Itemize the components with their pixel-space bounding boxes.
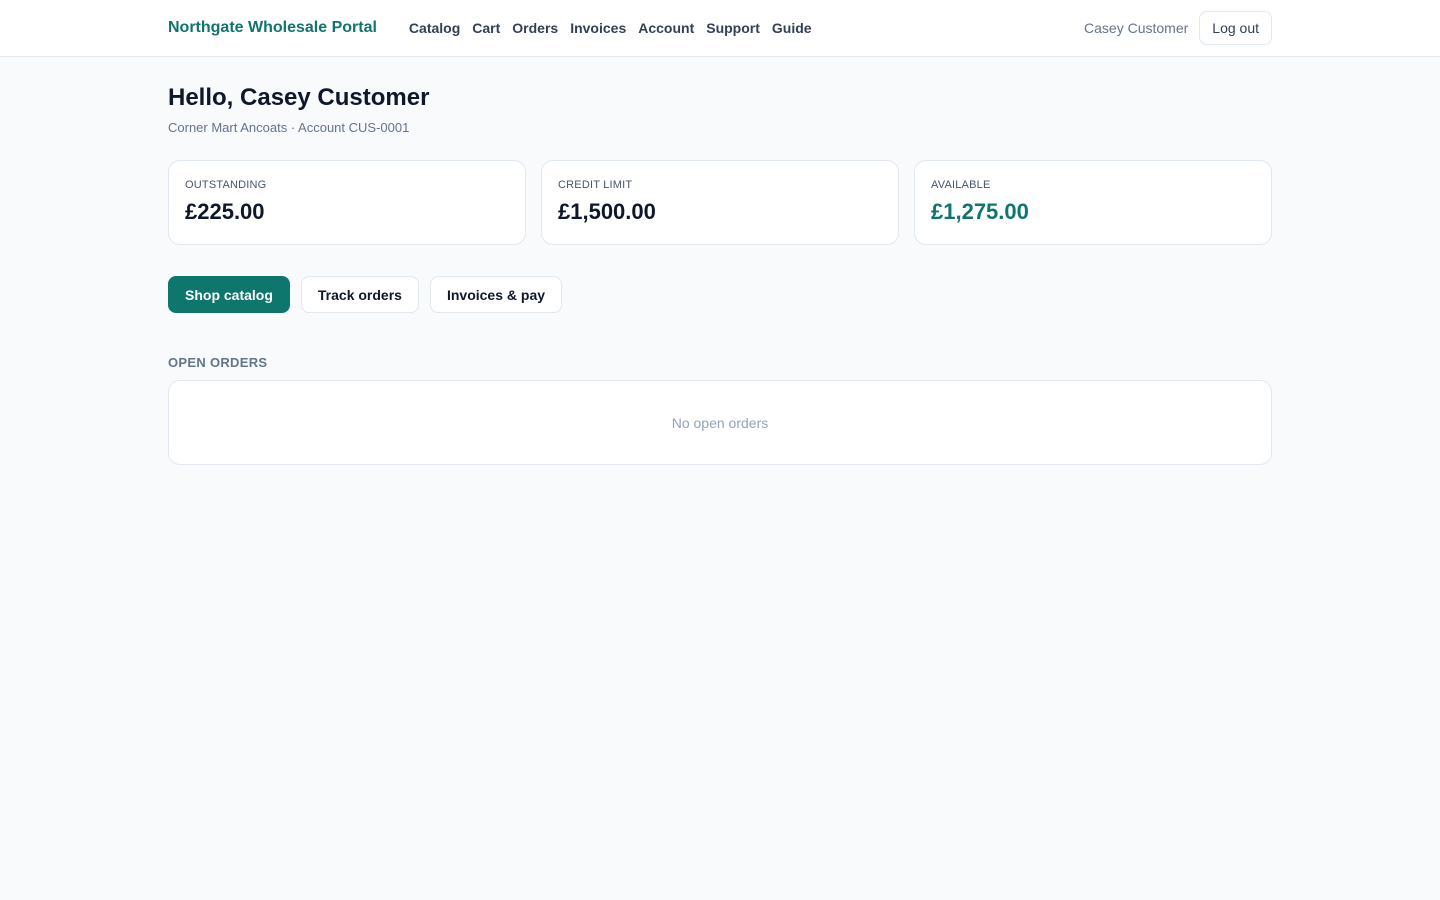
stat-card-credit-limit: CREDIT LIMIT £1,500.00 [541, 160, 899, 245]
quick-actions: Shop catalog Track orders Invoices & pay [168, 276, 1272, 313]
nav-support[interactable]: Support [706, 20, 760, 36]
open-orders-panel: No open orders [168, 380, 1272, 465]
stat-value-outstanding: £225.00 [185, 199, 265, 224]
current-user-name: Casey Customer [1084, 20, 1189, 36]
empty-state-text: No open orders [671, 414, 769, 431]
invoices-pay-button[interactable]: Invoices & pay [429, 276, 563, 313]
account-subtitle: Corner Mart Ancoats · Account CUS-0001 [168, 120, 410, 135]
nav-cart[interactable]: Cart [472, 20, 500, 36]
stat-card-available: AVAILABLE £1,275.00 [914, 160, 1272, 245]
brand-link[interactable]: Northgate Wholesale Portal [168, 19, 377, 37]
stat-label: CREDIT LIMIT [558, 179, 633, 191]
open-orders-heading: OPEN ORDERS [168, 355, 268, 370]
track-orders-button[interactable]: Track orders [300, 276, 419, 313]
dashboard-main: Hello, Casey Customer Corner Mart Ancoat… [168, 57, 1272, 465]
stat-value-available: £1,275.00 [931, 199, 1029, 224]
main-nav: Catalog Cart Orders Invoices Account Sup… [409, 20, 812, 36]
nav-account[interactable]: Account [638, 20, 694, 36]
stat-label: AVAILABLE [931, 179, 991, 191]
nav-catalog[interactable]: Catalog [409, 20, 460, 36]
top-navigation-bar: Northgate Wholesale Portal Catalog Cart … [0, 0, 1440, 57]
nav-invoices[interactable]: Invoices [570, 20, 626, 36]
nav-orders[interactable]: Orders [512, 20, 558, 36]
stat-value-credit-limit: £1,500.00 [558, 199, 656, 224]
shop-catalog-button[interactable]: Shop catalog [168, 276, 290, 313]
logout-button[interactable]: Log out [1199, 11, 1272, 45]
nav-guide[interactable]: Guide [772, 20, 812, 36]
stat-card-outstanding: OUTSTANDING £225.00 [168, 160, 526, 245]
top-navigation-inner: Northgate Wholesale Portal Catalog Cart … [168, 0, 1272, 56]
page-title: Hello, Casey Customer [168, 84, 430, 111]
stat-label: OUTSTANDING [185, 179, 267, 191]
account-summary-cards: OUTSTANDING £225.00 CREDIT LIMIT £1,500.… [168, 160, 1272, 245]
